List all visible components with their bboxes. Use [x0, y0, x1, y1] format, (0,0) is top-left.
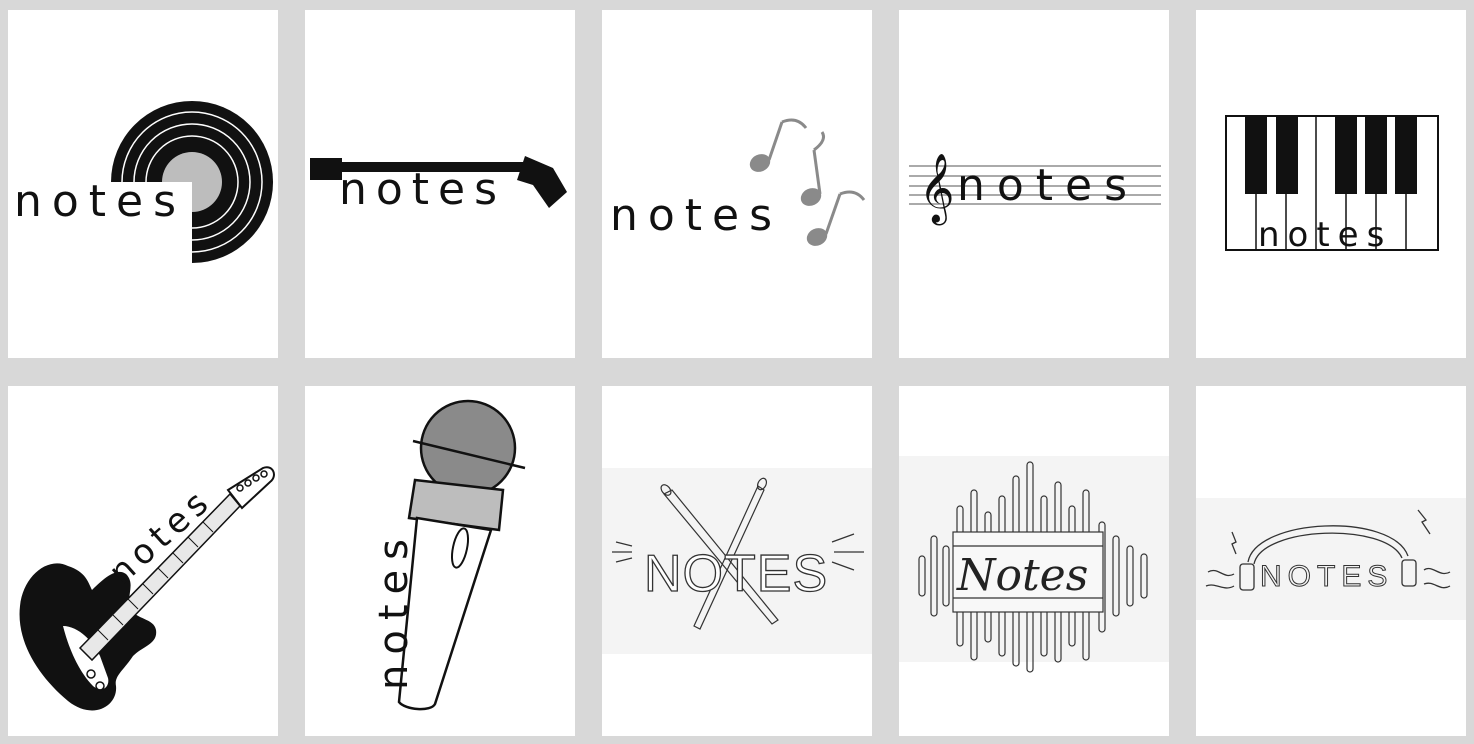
treble-clef-staff-icon: 𝄞 notes: [909, 153, 1161, 225]
logo-text: Notes: [956, 550, 1088, 601]
headphones-icon: NOTES: [1196, 498, 1466, 620]
logo-text: NOTES: [1260, 560, 1393, 593]
logo-card-soundwave: Notes: [899, 386, 1169, 736]
logo-text: notes: [371, 529, 417, 690]
logo-card-needle: notes: [305, 10, 575, 358]
record-needle-arm-icon: notes: [310, 156, 567, 215]
logo-card-vinyl: notes: [8, 10, 278, 358]
electric-guitar-icon: notes: [19, 466, 275, 711]
logo-card-microphone: notes: [305, 386, 575, 736]
piano-keys-icon: notes: [1225, 115, 1439, 255]
logo-text: notes: [957, 160, 1139, 211]
crossed-drumsticks-icon: NOTES: [602, 468, 872, 654]
logo-text: notes: [1258, 215, 1392, 255]
logo-card-drumsticks: NOTES: [602, 386, 872, 736]
logo-card-piano: notes: [1196, 10, 1466, 358]
logo-card-treble-clef: 𝄞 notes: [899, 10, 1169, 358]
logo-card-music-notes: notes: [602, 10, 872, 358]
sound-wave-icon: Notes: [899, 456, 1169, 673]
microphone-icon: notes: [371, 399, 526, 711]
logo-concept-grid: notes notes notes 𝄞 notes notes notes no…: [0, 0, 1474, 744]
vinyl-record-icon: notes: [8, 101, 274, 272]
logo-text: NOTES: [644, 545, 828, 603]
svg-text:𝄞: 𝄞: [919, 153, 954, 225]
logo-card-guitar: notes: [8, 386, 278, 736]
logo-text: notes: [14, 176, 186, 227]
music-notes-icon: notes: [610, 118, 866, 246]
logo-text: notes: [610, 190, 782, 241]
logo-text: notes: [339, 164, 506, 215]
logo-card-headphones: NOTES: [1196, 386, 1466, 736]
